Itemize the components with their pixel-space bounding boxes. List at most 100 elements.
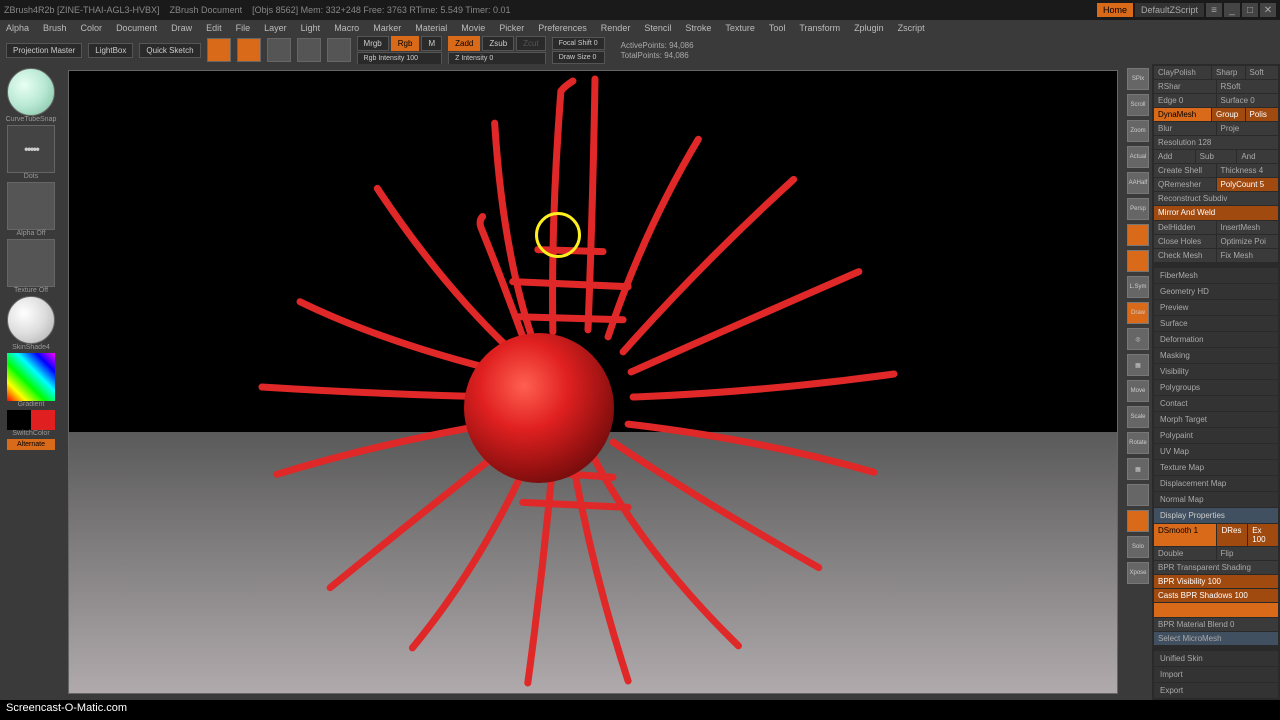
insertmesh-button[interactable]: InsertMesh — [1217, 221, 1279, 234]
section-uvmap[interactable]: UV Map — [1154, 444, 1278, 459]
menu-edit[interactable]: Edit — [206, 23, 222, 33]
rotate-mode-icon[interactable]: Rotate — [1127, 432, 1149, 454]
section-texturemap[interactable]: Texture Map — [1154, 460, 1278, 475]
solo-icon[interactable]: Solo — [1127, 536, 1149, 558]
lightbox-button[interactable]: LightBox — [88, 43, 133, 58]
menu-zscript[interactable]: Zscript — [898, 23, 925, 33]
project-button[interactable]: Proje — [1217, 122, 1279, 135]
primary-color-swatch[interactable] — [31, 410, 55, 430]
draw-mode-icon[interactable]: Draw — [1127, 302, 1149, 324]
rsoft-button[interactable]: RSoft — [1217, 80, 1279, 93]
optimize-button[interactable]: Optimize Poi — [1217, 235, 1279, 248]
menu-document[interactable]: Document — [116, 23, 157, 33]
zoom-icon[interactable]: Zoom — [1127, 120, 1149, 142]
add-button[interactable]: Add — [1154, 150, 1195, 163]
actual-icon[interactable]: Actual — [1127, 146, 1149, 168]
rgb-button[interactable]: Rgb — [391, 36, 420, 51]
polyframe-icon[interactable]: ▦ — [1127, 458, 1149, 480]
section-deformation[interactable]: Deformation — [1154, 332, 1278, 347]
menu-texture[interactable]: Texture — [725, 23, 755, 33]
double-button[interactable]: Double — [1154, 547, 1216, 560]
fixmesh-button[interactable]: Fix Mesh — [1217, 249, 1279, 262]
bpr-transparent-button[interactable]: BPR Transparent Shading — [1154, 561, 1278, 574]
mrgb-button[interactable]: Mrgb — [357, 36, 389, 51]
menu-color[interactable]: Color — [81, 23, 103, 33]
frame-icon[interactable]: ◎ — [1127, 328, 1149, 350]
frame-grid-icon[interactable]: ▦ — [1127, 354, 1149, 376]
persp-icon[interactable]: Persp — [1127, 198, 1149, 220]
floor-icon[interactable] — [1127, 224, 1149, 246]
zadd-button[interactable]: Zadd — [448, 36, 480, 51]
section-fibermesh[interactable]: FiberMesh — [1154, 268, 1278, 283]
focal-shift-slider[interactable]: Focal Shift 0 — [552, 37, 605, 50]
menu-picker[interactable]: Picker — [499, 23, 524, 33]
section-import[interactable]: Import — [1154, 667, 1278, 682]
and-button[interactable]: And — [1237, 150, 1278, 163]
surface-slider[interactable]: Surface 0 — [1217, 94, 1279, 107]
secondary-color-swatch[interactable] — [7, 410, 31, 430]
menu-stroke[interactable]: Stroke — [685, 23, 711, 33]
brush-swatch[interactable] — [7, 68, 55, 116]
minimize-icon[interactable]: _ — [1224, 3, 1240, 17]
move-icon[interactable] — [267, 38, 291, 62]
menu-file[interactable]: File — [236, 23, 251, 33]
close-icon[interactable]: ✕ — [1260, 3, 1276, 17]
menu-light[interactable]: Light — [301, 23, 321, 33]
dsmooth-slider[interactable]: DSmooth 1 — [1154, 524, 1216, 546]
alternate-button[interactable]: Alternate — [7, 439, 55, 450]
menu-tool[interactable]: Tool — [769, 23, 786, 33]
flip-button[interactable]: Flip — [1217, 547, 1279, 560]
create-shell-button[interactable]: Create Shell — [1154, 164, 1216, 177]
blur-button[interactable]: Blur — [1154, 122, 1216, 135]
section-export[interactable]: Export — [1154, 683, 1278, 698]
section-normalmap[interactable]: Normal Map — [1154, 492, 1278, 507]
delhidden-button[interactable]: DelHidden — [1154, 221, 1216, 234]
mirror-weld-button[interactable]: Mirror And Weld — [1154, 206, 1278, 219]
projection-master-button[interactable]: Projection Master — [6, 43, 82, 58]
dres-button[interactable]: DRes — [1217, 524, 1247, 546]
section-displacementmap[interactable]: Displacement Map — [1154, 476, 1278, 491]
move-mode-icon[interactable]: Move — [1127, 380, 1149, 402]
draw-icon[interactable] — [237, 38, 261, 62]
section-polygroups[interactable]: Polygroups — [1154, 380, 1278, 395]
closeholes-button[interactable]: Close Holes — [1154, 235, 1216, 248]
select-micromesh-button[interactable]: Select MicroMesh — [1154, 632, 1278, 645]
lsym-icon[interactable]: L.Sym — [1127, 276, 1149, 298]
texture-swatch[interactable] — [7, 239, 55, 287]
section-morphtarget[interactable]: Morph Target — [1154, 412, 1278, 427]
quicksketch-button[interactable]: Quick Sketch — [139, 43, 200, 58]
menu-macro[interactable]: Macro — [334, 23, 359, 33]
checkmesh-button[interactable]: Check Mesh — [1154, 249, 1216, 262]
z-intensity-slider[interactable]: Z Intensity 0 — [448, 52, 546, 65]
maximize-icon[interactable]: □ — [1242, 3, 1258, 17]
section-displayproperties[interactable]: Display Properties — [1154, 508, 1278, 523]
scroll-icon[interactable]: Scroll — [1127, 94, 1149, 116]
claypolish-button[interactable]: ClayPolish — [1154, 66, 1211, 79]
menu-transform[interactable]: Transform — [799, 23, 840, 33]
rotate-icon[interactable] — [327, 38, 351, 62]
polish-button[interactable]: Polis — [1246, 108, 1279, 121]
home-button[interactable]: Home — [1097, 3, 1133, 17]
bpr-material-blend-slider[interactable]: BPR Material Blend 0 — [1154, 618, 1278, 631]
section-visibility[interactable]: Visibility — [1154, 364, 1278, 379]
dynamesh-button[interactable]: DynaMesh — [1154, 108, 1211, 121]
section-geometryhd[interactable]: Geometry HD — [1154, 284, 1278, 299]
zcut-button[interactable]: Zcut — [516, 36, 546, 51]
spix-icon[interactable]: SPix — [1127, 68, 1149, 90]
menu-stencil[interactable]: Stencil — [644, 23, 671, 33]
menu-icon[interactable]: ≡ — [1206, 3, 1222, 17]
section-polypaint[interactable]: Polypaint — [1154, 428, 1278, 443]
transp-icon[interactable] — [1127, 484, 1149, 506]
draw-size-slider[interactable]: Draw Size 0 — [552, 51, 605, 64]
menu-marker[interactable]: Marker — [373, 23, 401, 33]
thickness-slider[interactable]: Thickness 4 — [1217, 164, 1279, 177]
edge-slider[interactable]: Edge 0 — [1154, 94, 1216, 107]
resolution-slider[interactable]: Resolution 128 — [1154, 136, 1278, 149]
group-button[interactable]: Group — [1212, 108, 1245, 121]
reconstruct-button[interactable]: Reconstruct Subdiv — [1154, 192, 1278, 205]
sharp-button[interactable]: Sharp — [1212, 66, 1245, 79]
menu-brush[interactable]: Brush — [43, 23, 67, 33]
menu-draw[interactable]: Draw — [171, 23, 192, 33]
scale-mode-icon[interactable]: Scale — [1127, 406, 1149, 428]
rgb-intensity-slider[interactable]: Rgb Intensity 100 — [357, 52, 443, 65]
